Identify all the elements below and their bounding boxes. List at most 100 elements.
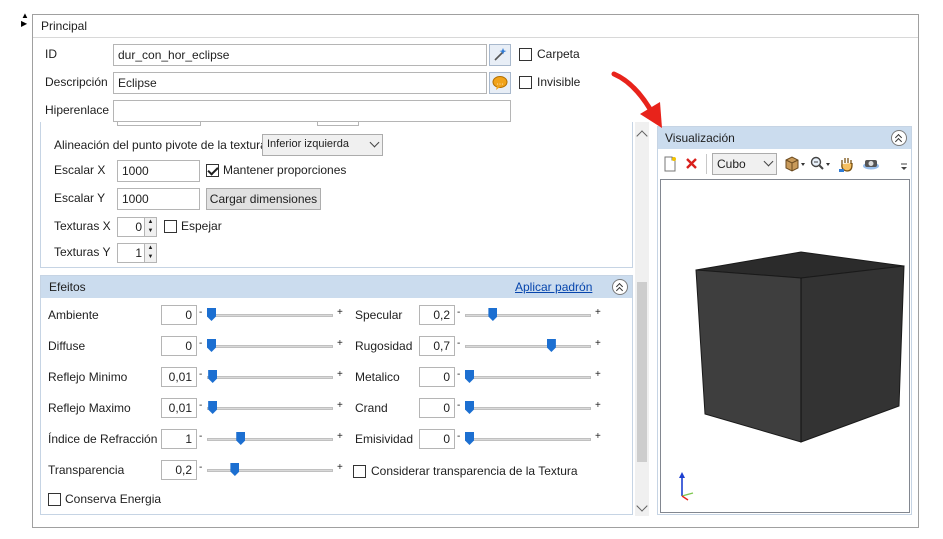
effect-value-input[interactable]: 0 bbox=[419, 429, 455, 449]
cargar-dimensiones-button[interactable]: Cargar dimensiones bbox=[206, 188, 321, 210]
texturas-x-label: Texturas X bbox=[54, 219, 111, 233]
slider-track[interactable] bbox=[207, 407, 333, 410]
conserva-energia-checkbox[interactable] bbox=[48, 493, 61, 506]
escalar-y-input[interactable]: 1000 bbox=[117, 188, 200, 210]
principal-title: Principal bbox=[41, 19, 88, 33]
red-annotation-arrow-icon bbox=[611, 71, 662, 128]
carpeta-label: Carpeta bbox=[537, 47, 580, 61]
slider-thumb[interactable] bbox=[465, 432, 474, 445]
slider-track[interactable] bbox=[207, 376, 333, 379]
slider-thumb[interactable] bbox=[465, 401, 474, 414]
slider-track[interactable] bbox=[207, 345, 333, 348]
mantener-proporciones-checkbox[interactable] bbox=[206, 164, 219, 177]
slider-track[interactable] bbox=[465, 376, 591, 379]
pivot-select[interactable]: Inferior izquierda bbox=[262, 134, 383, 156]
texturas-x-value: 0 bbox=[135, 220, 142, 234]
slider-plus-icon: + bbox=[595, 400, 601, 411]
stepper-up-icon[interactable]: ▲ bbox=[144, 244, 156, 253]
slider-thumb[interactable] bbox=[207, 308, 216, 321]
cube-view-icon[interactable] bbox=[784, 156, 806, 172]
svg-text:…: … bbox=[497, 79, 504, 87]
effect-slider[interactable]: - + bbox=[457, 307, 603, 323]
effect-slider[interactable]: - + bbox=[199, 338, 345, 354]
effect-value-input[interactable]: 0 bbox=[161, 336, 197, 356]
slider-track[interactable] bbox=[207, 438, 333, 441]
slider-thumb[interactable] bbox=[230, 463, 240, 476]
id-generate-button[interactable] bbox=[489, 44, 511, 66]
stepper-up-icon[interactable]: ▲ bbox=[144, 218, 156, 227]
slider-thumb[interactable] bbox=[207, 339, 216, 352]
effect-slider[interactable]: - + bbox=[457, 431, 603, 447]
slider-track[interactable] bbox=[465, 438, 591, 441]
slider-track[interactable] bbox=[465, 407, 591, 410]
effect-slider[interactable]: - + bbox=[199, 431, 345, 447]
slider-minus-icon: - bbox=[199, 307, 203, 318]
slider-thumb[interactable] bbox=[236, 432, 246, 445]
espejar-checkbox[interactable] bbox=[164, 220, 177, 233]
translate-button[interactable]: … bbox=[489, 72, 511, 94]
effect-slider[interactable]: - + bbox=[457, 400, 603, 416]
effect-value-input[interactable]: 0,2 bbox=[419, 305, 455, 325]
visualizacion-collapse-icon[interactable] bbox=[891, 130, 907, 146]
slider-plus-icon: + bbox=[337, 462, 343, 473]
effect-value-input[interactable]: 1 bbox=[161, 429, 197, 449]
hiperenlace-input[interactable] bbox=[113, 100, 511, 122]
slider-minus-icon: - bbox=[199, 338, 203, 349]
effect-value-input[interactable]: 0,2 bbox=[161, 460, 197, 480]
considerar-transparencia-checkbox[interactable] bbox=[353, 465, 366, 478]
escalar-x-input[interactable]: 1000 bbox=[117, 160, 200, 182]
effect-slider[interactable]: - + bbox=[457, 369, 603, 385]
principal-divider bbox=[33, 37, 918, 38]
efeitos-collapse-icon[interactable] bbox=[612, 279, 628, 295]
scrollbar-thumb[interactable] bbox=[637, 282, 647, 462]
slider-plus-icon: + bbox=[595, 431, 601, 442]
effect-slider[interactable]: - + bbox=[199, 369, 345, 385]
id-input[interactable]: dur_con_hor_eclipse bbox=[113, 44, 487, 66]
delete-icon[interactable] bbox=[685, 157, 698, 170]
zoom-icon[interactable] bbox=[810, 156, 832, 172]
effect-slider[interactable]: - + bbox=[199, 400, 345, 416]
slider-thumb[interactable] bbox=[546, 339, 556, 352]
overflow-icon[interactable] bbox=[900, 162, 908, 172]
effect-value-input[interactable]: 0 bbox=[419, 398, 455, 418]
slider-track[interactable] bbox=[465, 314, 591, 317]
texturas-y-stepper[interactable]: 1 ▲ ▼ bbox=[117, 243, 157, 263]
aplicar-padron-link[interactable]: Aplicar padrón bbox=[515, 280, 592, 294]
effect-slider[interactable]: - + bbox=[199, 307, 345, 323]
carpeta-checkbox[interactable] bbox=[519, 48, 532, 61]
slider-minus-icon: - bbox=[457, 400, 461, 411]
effect-value-input[interactable]: 0,01 bbox=[161, 398, 197, 418]
stepper-down-icon[interactable]: ▼ bbox=[144, 253, 156, 262]
3d-viewport[interactable] bbox=[660, 179, 910, 513]
slider-track[interactable] bbox=[465, 345, 591, 348]
effect-value-input[interactable]: 0,01 bbox=[161, 367, 197, 387]
slider-thumb[interactable] bbox=[465, 370, 474, 383]
slider-track[interactable] bbox=[207, 469, 333, 472]
descripcion-input[interactable]: Eclipse bbox=[113, 72, 487, 94]
invisible-checkbox[interactable] bbox=[519, 76, 532, 89]
effect-label: Diffuse bbox=[48, 339, 86, 353]
slider-minus-icon: - bbox=[457, 431, 461, 442]
effect-value-input[interactable]: 0,7 bbox=[419, 336, 455, 356]
stepper-down-icon[interactable]: ▼ bbox=[144, 227, 156, 236]
properties-scrollbar[interactable] bbox=[635, 122, 649, 516]
effect-slider[interactable]: - + bbox=[199, 462, 345, 478]
collapse-right-icon: ▶ bbox=[21, 19, 28, 28]
new-icon[interactable] bbox=[663, 156, 677, 172]
slider-track[interactable] bbox=[207, 314, 333, 317]
considerar-transparencia-label: Considerar transparencia de la Textura bbox=[371, 464, 578, 478]
effect-slider[interactable]: - + bbox=[457, 338, 603, 354]
slider-thumb[interactable] bbox=[208, 401, 218, 414]
scroll-down-icon[interactable] bbox=[636, 500, 648, 512]
effect-value-input[interactable]: 0 bbox=[161, 305, 197, 325]
id-label: ID bbox=[45, 47, 57, 61]
texturas-y-label: Texturas Y bbox=[54, 245, 111, 259]
side-collapse-toggle[interactable]: ▲ ▶ bbox=[21, 12, 29, 28]
pan-hand-icon[interactable] bbox=[838, 155, 856, 173]
camera-icon[interactable] bbox=[862, 156, 880, 172]
slider-thumb[interactable] bbox=[208, 370, 218, 383]
slider-thumb[interactable] bbox=[488, 308, 498, 321]
effect-value-input[interactable]: 0 bbox=[419, 367, 455, 387]
texturas-x-stepper[interactable]: 0 ▲ ▼ bbox=[117, 217, 157, 237]
shape-select[interactable]: Cubo bbox=[712, 153, 777, 175]
